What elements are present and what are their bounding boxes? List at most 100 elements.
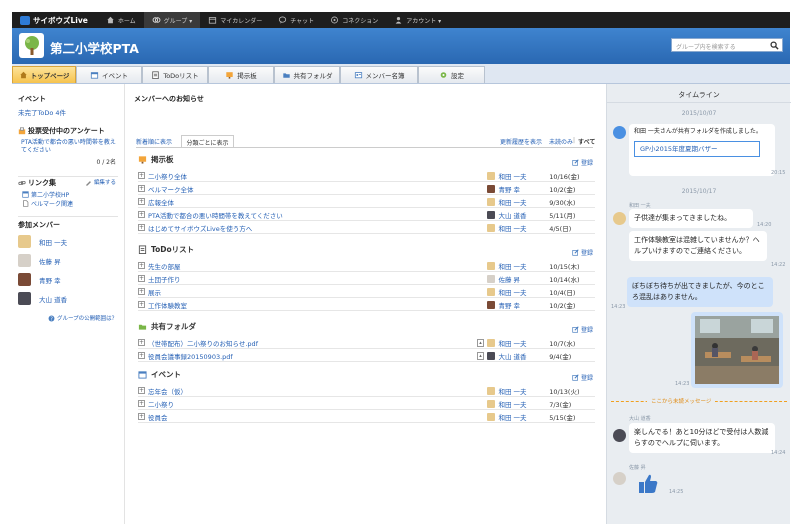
attachment-icon[interactable]: ▴ <box>476 338 485 347</box>
view-newest-tab[interactable]: 新着順に表示 <box>136 137 172 146</box>
notice-row[interactable]: + PTA活動で都合の悪い時間帯を教えてください 大山 道香 5/11(月) <box>138 209 595 221</box>
notice-title[interactable]: 広報全体 <box>148 197 477 207</box>
notice-author[interactable]: 佐藤 昇 <box>487 274 549 284</box>
nav-home[interactable]: ホーム <box>98 12 144 28</box>
expand-icon[interactable]: + <box>138 339 145 346</box>
notice-author[interactable]: 和田 一夫 <box>487 399 549 409</box>
shared-folder-link[interactable]: GP小2015年度夏期バザー <box>634 141 760 157</box>
register-button[interactable]: 登録 <box>572 325 593 334</box>
link-item-bellmark[interactable]: ベルマーク関連 <box>22 199 73 208</box>
unread-only-filter[interactable]: 未読のみ <box>549 137 573 146</box>
incomplete-todo-link[interactable]: 未完了ToDo 4件 <box>18 107 66 117</box>
notice-author[interactable]: 青野 幸 <box>487 184 549 194</box>
expand-icon[interactable]: + <box>138 211 145 218</box>
notice-title[interactable]: 忘年会（仮） <box>148 386 477 396</box>
category-header[interactable]: イベント <box>138 369 181 380</box>
expand-icon[interactable]: + <box>138 275 145 282</box>
notice-title[interactable]: 先生の部屋 <box>148 261 477 271</box>
notice-row[interactable]: + 広報全体 和田 一夫 9/30(水) <box>138 196 595 208</box>
register-button[interactable]: 登録 <box>572 373 593 382</box>
tab-event[interactable]: イベント <box>76 66 142 83</box>
register-button[interactable]: 登録 <box>572 248 593 257</box>
member-item[interactable]: 青野 幸 <box>18 273 61 286</box>
notice-author[interactable]: 大山 道香 <box>487 210 549 220</box>
notice-row[interactable]: + はじめてサイボウズLiveを使う方へ 和田 一夫 4/5(日) <box>138 222 595 234</box>
survey-link[interactable]: PTA活動で都合の悪い時間帯を教えてください <box>21 139 119 155</box>
show-history-link[interactable]: 更新履歴を表示 <box>500 137 542 146</box>
notice-row[interactable]: + 先生の部屋 和田 一夫 10/15(木) <box>138 260 595 272</box>
notice-author[interactable]: 和田 一夫 <box>487 338 549 348</box>
attachment-icon[interactable]: ▴ <box>476 351 485 360</box>
notice-title[interactable]: はじめてサイボウズLiveを使う方へ <box>148 223 477 233</box>
expand-icon[interactable]: + <box>138 413 145 420</box>
tab-settings[interactable]: 設定 <box>418 66 485 83</box>
tab-board[interactable]: 掲示板 <box>208 66 274 83</box>
expand-icon[interactable]: + <box>138 288 145 295</box>
notice-row[interactable]: + 展示 和田 一夫 10/4(日) <box>138 286 595 298</box>
notice-row[interactable]: + 役員会 和田 一夫 5/15(金) <box>138 411 595 423</box>
notice-title[interactable]: 土団子作り <box>148 274 477 284</box>
notice-row[interactable]: + 工作体験教室 青野 幸 10/2(金) <box>138 299 595 311</box>
expand-icon[interactable]: + <box>138 400 145 407</box>
tab-member-list[interactable]: メンバー名簿 <box>340 66 418 83</box>
link-item-school-hp[interactable]: 第二小学校HP <box>22 190 69 199</box>
notice-title[interactable]: 二小祭り <box>148 399 477 409</box>
all-filter[interactable]: すべて <box>578 137 595 146</box>
notice-title[interactable]: ベルマーク全体 <box>148 184 477 194</box>
expand-icon[interactable]: + <box>138 185 145 192</box>
brand-link[interactable]: サイボウズLive <box>12 15 98 26</box>
member-item[interactable]: 和田 一夫 <box>18 235 67 248</box>
notice-author[interactable]: 大山 道香 <box>487 351 549 361</box>
member-item[interactable]: 大山 道香 <box>18 292 67 305</box>
notice-title[interactable]: 展示 <box>148 287 477 297</box>
nav-account[interactable]: アカウント ▾ <box>386 12 449 28</box>
expand-icon[interactable]: + <box>138 198 145 205</box>
notice-author[interactable]: 和田 一夫 <box>487 261 549 271</box>
notice-author[interactable]: 和田 一夫 <box>487 386 549 396</box>
notice-row[interactable]: + （世帯配布）二小祭りのお知らせ.pdf ▴ 和田 一夫 10/7(水) <box>138 337 595 349</box>
notice-title[interactable]: 役員会議事録20150903.pdf <box>148 351 477 361</box>
notice-title[interactable]: 工作体験教室 <box>148 300 477 310</box>
photo-message[interactable] <box>691 312 783 388</box>
notice-row[interactable]: + 二小祭り 和田 一夫 7/3(金) <box>138 398 595 410</box>
notice-row[interactable]: + 二小祭り全体 和田 一夫 10/16(金) <box>138 170 595 182</box>
category-header[interactable]: 共有フォルダ <box>138 321 196 332</box>
notice-title[interactable]: （世帯配布）二小祭りのお知らせ.pdf <box>148 338 477 348</box>
expand-icon[interactable]: + <box>138 352 145 359</box>
notice-row[interactable]: + ベルマーク全体 青野 幸 10/2(金) <box>138 183 595 195</box>
expand-icon[interactable]: + <box>138 262 145 269</box>
nav-chat[interactable]: チャット <box>270 12 322 28</box>
notice-row[interactable]: + 役員会議事録20150903.pdf ▴ 大山 道香 9/4(金) <box>138 350 595 362</box>
expand-icon[interactable]: + <box>138 172 145 179</box>
search-icon[interactable] <box>770 41 779 50</box>
notice-author[interactable]: 和田 一夫 <box>487 197 549 207</box>
nav-group[interactable]: グループ ▾ <box>143 12 201 28</box>
notice-author[interactable]: 和田 一夫 <box>487 287 549 297</box>
notice-row[interactable]: + 土団子作り 佐藤 昇 10/14(水) <box>138 273 595 285</box>
group-title[interactable]: 第二小学校PTA <box>50 38 139 57</box>
nav-connection[interactable]: コネクション <box>322 12 386 28</box>
group-public-scope-link[interactable]: ? グループの公開範囲は？ <box>48 314 117 322</box>
group-avatar[interactable] <box>19 33 44 58</box>
expand-icon[interactable]: + <box>138 301 145 308</box>
notice-author[interactable]: 和田 一夫 <box>487 171 549 181</box>
group-search-input[interactable]: グループ内を検索する <box>671 38 783 52</box>
expand-icon[interactable]: + <box>138 224 145 231</box>
register-button[interactable]: 登録 <box>572 158 593 167</box>
tab-top-page[interactable]: トップページ <box>12 66 76 83</box>
category-header[interactable]: ToDoリスト <box>138 244 194 255</box>
notice-author[interactable]: 和田 一夫 <box>487 223 549 233</box>
member-item[interactable]: 佐藤 昇 <box>18 254 61 267</box>
edit-links-button[interactable]: 編集する <box>85 178 116 186</box>
tab-todo-list[interactable]: ToDoリスト <box>142 66 208 83</box>
tab-shared-folder[interactable]: 共有フォルダ <box>274 66 340 83</box>
notice-title[interactable]: 役員会 <box>148 412 477 422</box>
notice-title[interactable]: 二小祭り全体 <box>148 171 477 181</box>
notice-author[interactable]: 和田 一夫 <box>487 412 549 422</box>
notice-row[interactable]: + 忘年会（仮） 和田 一夫 10/13(火) <box>138 385 595 397</box>
nav-my-calendar[interactable]: マイカレンダー <box>200 12 270 28</box>
category-header[interactable]: 掲示板 <box>138 154 174 165</box>
notice-title[interactable]: PTA活動で都合の悪い時間帯を教えてください <box>148 210 477 220</box>
notice-author[interactable]: 青野 幸 <box>487 300 549 310</box>
expand-icon[interactable]: + <box>138 387 145 394</box>
